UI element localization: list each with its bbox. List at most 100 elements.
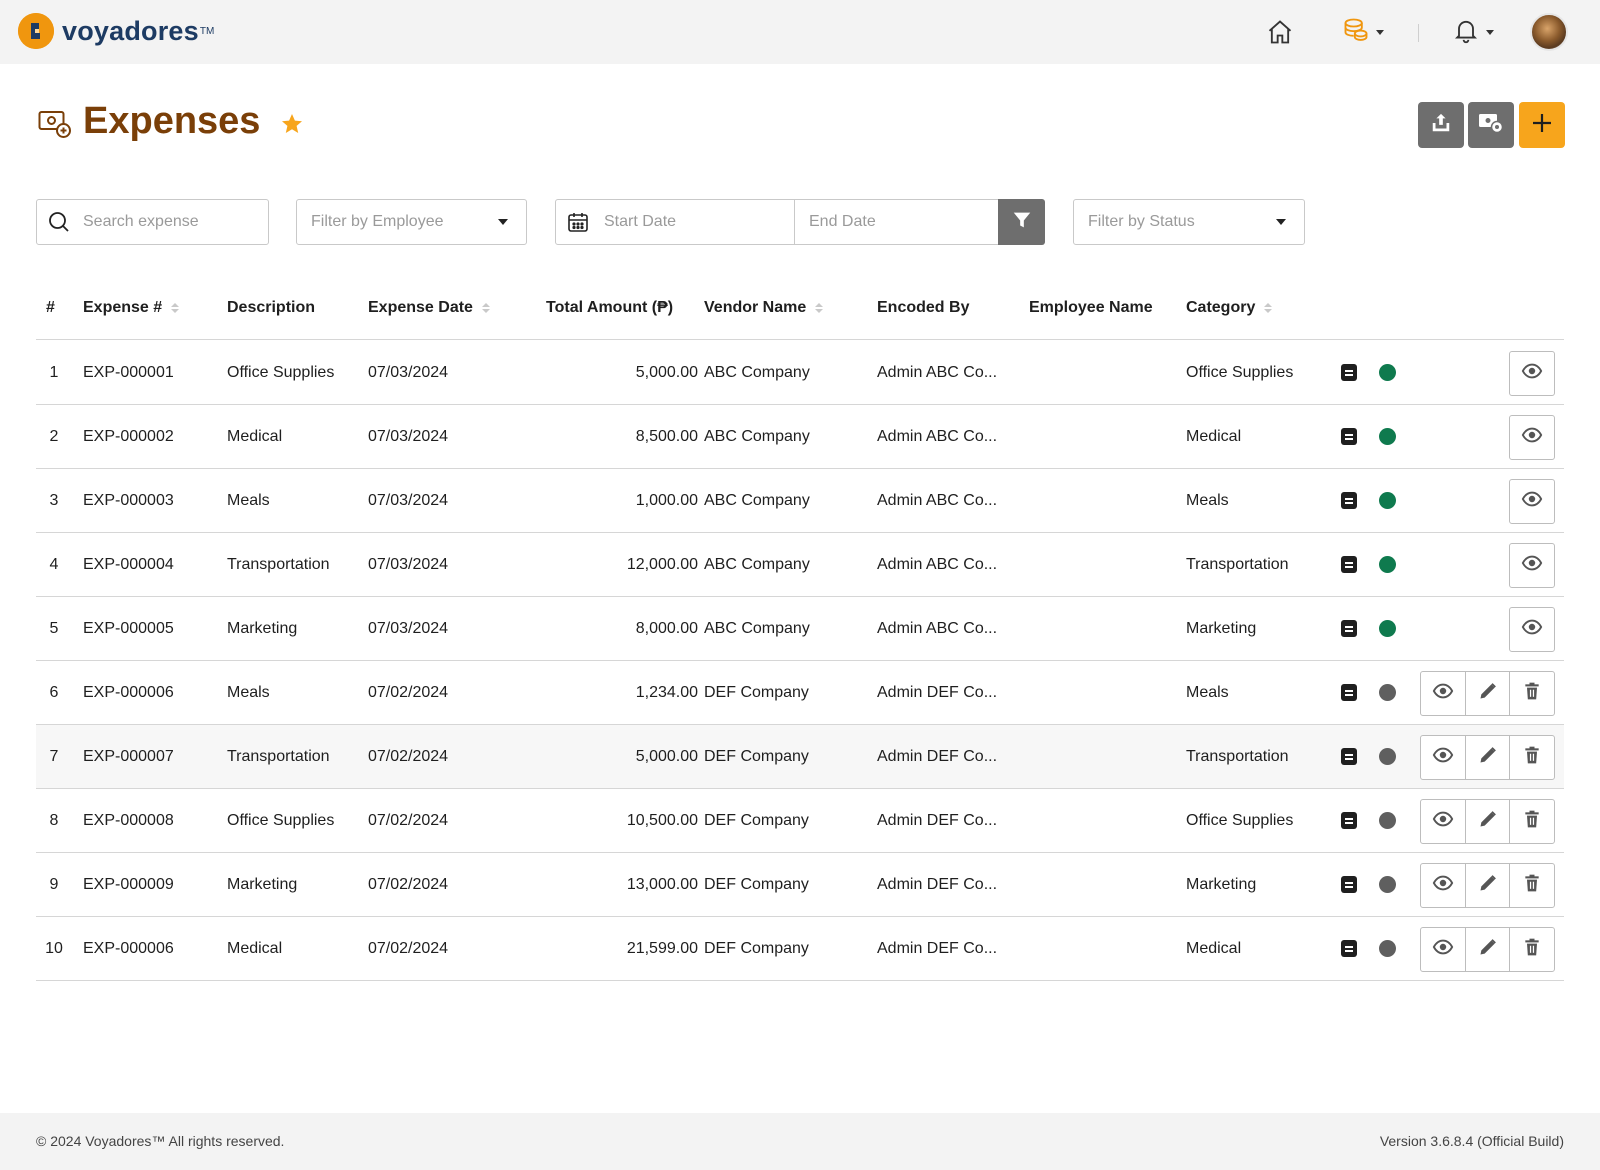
status-dot — [1379, 428, 1396, 445]
receipt-icon[interactable] — [1341, 812, 1357, 829]
user-avatar[interactable] — [1530, 13, 1568, 51]
vendor-name: ABC Company — [704, 619, 810, 637]
chevron-down-icon — [498, 219, 508, 225]
table-row: 6 EXP-000006 Meals 07/02/2024 1,234.00 DEF Co… — [36, 661, 1564, 725]
column-header-vendor[interactable]: Vendor Name — [704, 299, 824, 317]
employee-filter-select[interactable]: Filter by Employee — [296, 199, 527, 245]
edit-button[interactable] — [1465, 864, 1509, 907]
column-header-expense-number[interactable]: Expense # — [83, 299, 180, 317]
total-amount: 5,000.00 — [635, 747, 698, 765]
expense-settings-icon — [1478, 112, 1504, 139]
receipt-icon[interactable] — [1341, 428, 1357, 445]
search-icon — [47, 210, 71, 234]
expense-description: Transportation — [227, 555, 330, 573]
total-amount: 21,599.00 — [626, 939, 698, 957]
row-number: 10 — [45, 939, 63, 957]
star-icon[interactable] — [280, 112, 304, 141]
edit-button[interactable] — [1465, 800, 1509, 843]
expense-number: EXP-000004 — [83, 555, 174, 573]
receipt-icon[interactable] — [1341, 620, 1357, 637]
category: Meals — [1186, 491, 1229, 509]
expense-date: 07/03/2024 — [368, 363, 449, 381]
delete-button[interactable] — [1509, 800, 1553, 843]
row-actions — [1420, 863, 1555, 908]
coins-menu[interactable] — [1342, 14, 1384, 50]
search-input[interactable]: Search expense — [36, 199, 269, 245]
expense-date: 07/02/2024 — [368, 747, 449, 765]
view-button[interactable] — [1510, 352, 1554, 395]
chevron-down-icon — [1376, 29, 1384, 35]
expense-date: 07/02/2024 — [368, 875, 449, 893]
expense-settings-button[interactable] — [1468, 102, 1514, 148]
view-button[interactable] — [1421, 672, 1465, 715]
view-button[interactable] — [1421, 928, 1465, 971]
delete-button[interactable] — [1509, 672, 1553, 715]
row-actions — [1420, 671, 1555, 716]
add-expense-button[interactable] — [1519, 102, 1565, 148]
status-dot — [1379, 556, 1396, 573]
view-button[interactable] — [1510, 416, 1554, 459]
category: Transportation — [1186, 555, 1289, 573]
vendor-name: DEF Company — [704, 747, 809, 765]
delete-button[interactable] — [1509, 736, 1553, 779]
apply-filter-button[interactable] — [998, 199, 1045, 245]
view-button[interactable] — [1510, 544, 1554, 587]
column-header-employee: Employee Name — [1029, 299, 1153, 316]
view-button[interactable] — [1510, 480, 1554, 523]
copyright-text: © 2024 Voyadores™ All rights reserved. — [36, 1133, 285, 1149]
expense-date: 07/02/2024 — [368, 683, 449, 701]
plus-icon — [1531, 112, 1553, 139]
navbar-divider — [1418, 24, 1419, 42]
status-filter-select[interactable]: Filter by Status — [1073, 199, 1305, 245]
expense-description: Office Supplies — [227, 811, 335, 829]
start-date-placeholder: Start Date — [604, 213, 677, 230]
receipt-icon[interactable] — [1341, 492, 1357, 509]
column-header-expense-date[interactable]: Expense Date — [368, 299, 490, 317]
bell-icon — [1452, 16, 1480, 49]
sort-icon — [481, 303, 490, 313]
table-row: 4 EXP-000004 Transportation 07/03/2024 12,00… — [36, 533, 1564, 597]
pencil-icon — [1478, 873, 1498, 898]
table-row: 2 EXP-000002 Medical 07/03/2024 8,500.00 ABC … — [36, 405, 1564, 469]
view-button[interactable] — [1421, 864, 1465, 907]
receipt-icon[interactable] — [1341, 876, 1357, 893]
row-number: 3 — [49, 491, 59, 509]
receipt-icon[interactable] — [1341, 940, 1357, 957]
category: Office Supplies — [1186, 811, 1294, 829]
receipt-icon[interactable] — [1341, 748, 1357, 765]
receipt-icon[interactable] — [1341, 556, 1357, 573]
search-placeholder: Search expense — [83, 213, 199, 230]
encoded-by: Admin DEF Co... — [877, 683, 998, 701]
vendor-name: ABC Company — [704, 427, 810, 445]
view-button[interactable] — [1421, 800, 1465, 843]
column-header-total-amount: Total Amount (₱) — [546, 299, 674, 316]
edit-button[interactable] — [1465, 928, 1509, 971]
status-dot — [1379, 684, 1396, 701]
encoded-by: Admin DEF Co... — [877, 939, 998, 957]
edit-button[interactable] — [1465, 736, 1509, 779]
receipt-icon[interactable] — [1341, 684, 1357, 701]
edit-button[interactable] — [1465, 672, 1509, 715]
expense-description: Marketing — [227, 875, 298, 893]
eye-icon — [1521, 616, 1543, 643]
status-dot — [1379, 364, 1396, 381]
view-button[interactable] — [1421, 736, 1465, 779]
receipt-icon[interactable] — [1341, 364, 1357, 381]
end-date-input[interactable]: End Date — [794, 199, 999, 245]
brand-logo[interactable]: voyadores TM — [18, 13, 214, 49]
brand-trademark: TM — [199, 25, 215, 37]
total-amount: 5,000.00 — [635, 363, 698, 381]
row-number: 9 — [49, 875, 59, 893]
home-icon[interactable] — [1266, 14, 1294, 50]
column-header-category[interactable]: Category — [1186, 299, 1273, 317]
page-title: Expenses — [83, 100, 261, 142]
status-filter-placeholder: Filter by Status — [1088, 213, 1195, 230]
delete-button[interactable] — [1509, 928, 1553, 971]
vendor-name: DEF Company — [704, 875, 809, 893]
delete-button[interactable] — [1509, 864, 1553, 907]
row-actions — [1420, 799, 1555, 844]
export-button[interactable] — [1418, 102, 1464, 148]
view-button[interactable] — [1510, 608, 1554, 651]
notifications-menu[interactable] — [1452, 14, 1494, 50]
start-date-input[interactable]: Start Date — [555, 199, 795, 245]
